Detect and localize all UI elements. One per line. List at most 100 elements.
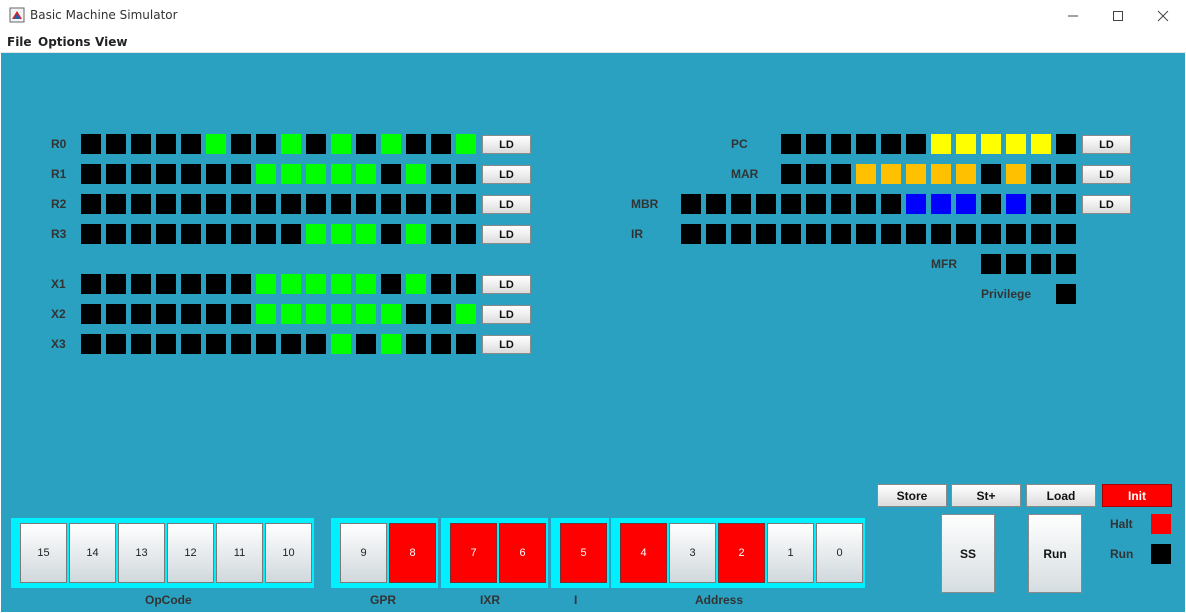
bit-switch-12[interactable]: 12 [167, 523, 214, 583]
menu-file[interactable]: File [7, 35, 32, 49]
bit-switch-3[interactable]: 3 [669, 523, 716, 583]
register-bit [831, 164, 851, 184]
register-bit [806, 224, 826, 244]
bit-switch-0[interactable]: 0 [816, 523, 863, 583]
register-bit [281, 164, 301, 184]
load-register-button-r0[interactable]: LD [482, 135, 531, 154]
store-plus-button[interactable]: St+ [951, 484, 1021, 507]
register-bit [156, 334, 176, 354]
register-bit [131, 134, 151, 154]
register-bit [181, 224, 201, 244]
register-bit [956, 134, 976, 154]
register-bit [206, 194, 226, 214]
menu-view[interactable]: View [95, 35, 127, 49]
register-bit [1006, 254, 1026, 274]
register-bit [981, 134, 1001, 154]
store-button[interactable]: Store [877, 484, 947, 507]
register-bit [356, 134, 376, 154]
register-label-mar: MAR [731, 167, 759, 181]
register-bit [231, 194, 251, 214]
bit-switch-2[interactable]: 2 [718, 523, 765, 583]
register-bit [831, 134, 851, 154]
register-bit [956, 224, 976, 244]
load-register-button-pc[interactable]: LD [1082, 135, 1131, 154]
bit-switch-6[interactable]: 6 [499, 523, 546, 583]
maximize-icon [1113, 10, 1123, 21]
register-bit [306, 304, 326, 324]
bit-switch-11[interactable]: 11 [216, 523, 263, 583]
register-label-privilege: Privilege [981, 287, 1032, 301]
register-bit [981, 254, 1001, 274]
menu-bar: File Options View [0, 31, 1186, 53]
switch-group-gpr: 98 [331, 518, 438, 588]
close-button[interactable] [1140, 0, 1186, 31]
register-bit [281, 334, 301, 354]
register-bit [331, 304, 351, 324]
load-register-button-mar[interactable]: LD [1082, 165, 1131, 184]
register-label-x3: X3 [51, 337, 66, 351]
register-bit [1056, 134, 1076, 154]
load-register-button-x3[interactable]: LD [482, 335, 531, 354]
register-bit [181, 274, 201, 294]
register-bit [981, 194, 1001, 214]
register-bit [406, 194, 426, 214]
register-bit [981, 224, 1001, 244]
register-bit [381, 274, 401, 294]
register-bit [906, 164, 926, 184]
minimize-button[interactable] [1050, 0, 1096, 31]
register-bit [756, 194, 776, 214]
load-register-button-r1[interactable]: LD [482, 165, 531, 184]
bit-switch-14[interactable]: 14 [69, 523, 116, 583]
bit-switch-15[interactable]: 15 [20, 523, 67, 583]
register-bit [956, 164, 976, 184]
load-register-button-r2[interactable]: LD [482, 195, 531, 214]
load-register-button-x2[interactable]: LD [482, 305, 531, 324]
bit-switch-5[interactable]: 5 [560, 523, 607, 583]
run-button[interactable]: Run [1028, 514, 1082, 593]
register-bit [81, 274, 101, 294]
register-bit [1006, 134, 1026, 154]
register-bit [731, 194, 751, 214]
bit-switch-9[interactable]: 9 [340, 523, 387, 583]
register-bit [881, 224, 901, 244]
bit-switch-13[interactable]: 13 [118, 523, 165, 583]
register-bit [456, 164, 476, 184]
register-bit [81, 224, 101, 244]
single-step-button[interactable]: SS [941, 514, 995, 593]
register-bit [806, 164, 826, 184]
title-bar: Basic Machine Simulator [0, 0, 1186, 31]
bit-switch-7[interactable]: 7 [450, 523, 497, 583]
switch-group-label: OpCode [145, 593, 192, 607]
register-bit [431, 134, 451, 154]
bit-switch-1[interactable]: 1 [767, 523, 814, 583]
register-bit [256, 164, 276, 184]
load-button[interactable]: Load [1026, 484, 1096, 507]
register-bit [456, 304, 476, 324]
register-label-x1: X1 [51, 277, 66, 291]
register-bit [456, 134, 476, 154]
register-bit [831, 224, 851, 244]
register-bit [431, 164, 451, 184]
register-bit [1031, 254, 1051, 274]
register-bit [381, 334, 401, 354]
register-bit [156, 164, 176, 184]
register-bit [1056, 224, 1076, 244]
bit-switch-8[interactable]: 8 [389, 523, 436, 583]
load-register-button-x1[interactable]: LD [482, 275, 531, 294]
register-bit [156, 274, 176, 294]
register-bit [156, 134, 176, 154]
load-register-button-r3[interactable]: LD [482, 225, 531, 244]
register-bit [456, 194, 476, 214]
init-button[interactable]: Init [1102, 484, 1172, 507]
register-bit [106, 334, 126, 354]
maximize-button[interactable] [1095, 0, 1141, 31]
bit-switch-10[interactable]: 10 [265, 523, 312, 583]
minimize-icon [1068, 15, 1078, 16]
register-bit [681, 224, 701, 244]
load-register-button-mbr[interactable]: LD [1082, 195, 1131, 214]
register-bit [206, 304, 226, 324]
register-bit [306, 224, 326, 244]
register-bit [306, 194, 326, 214]
bit-switch-4[interactable]: 4 [620, 523, 667, 583]
menu-options[interactable]: Options [38, 35, 91, 49]
